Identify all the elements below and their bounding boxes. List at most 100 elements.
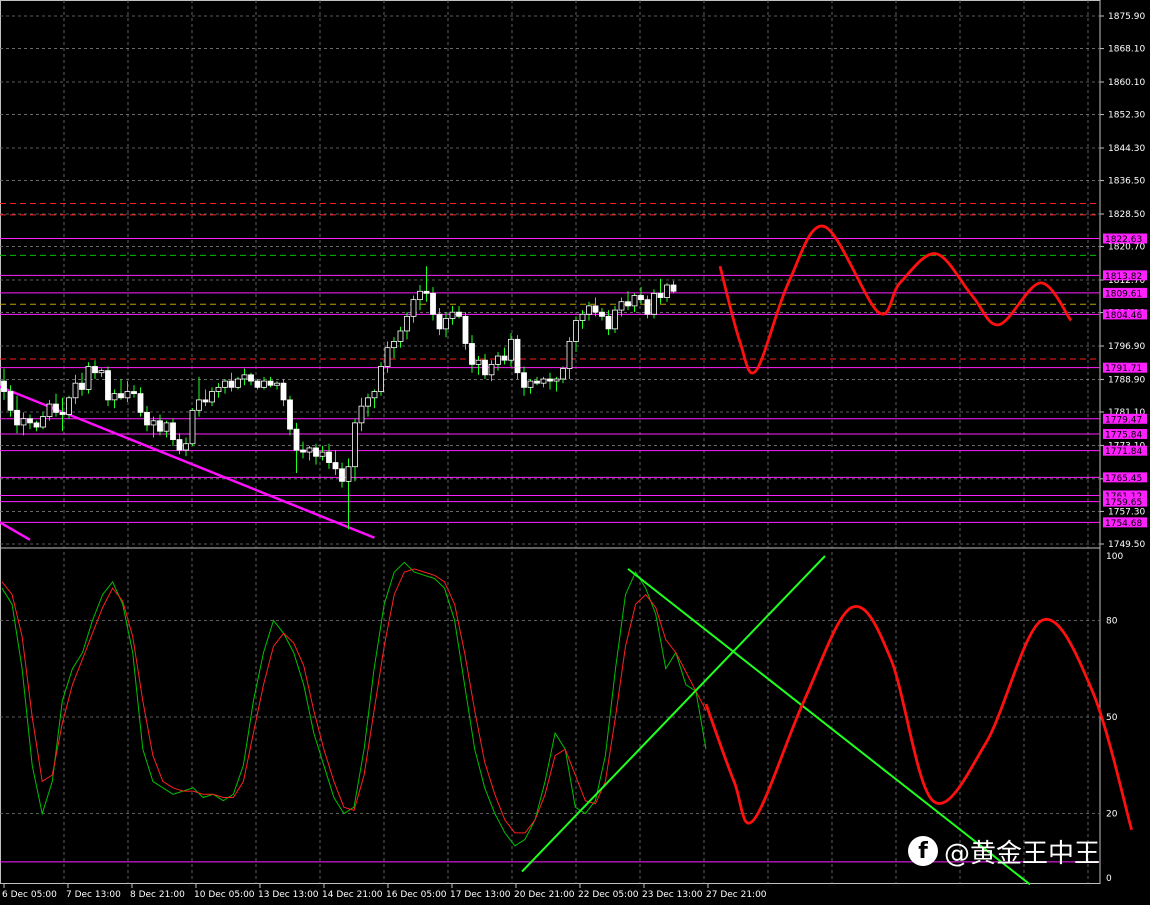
x-tick-label: 14 Dec 21:00 <box>322 890 383 900</box>
watermark: f @黄金王中王 <box>908 834 1100 869</box>
chart: 1875.90 1868.10 1860.10 1852.30 1844.30 1836.… <box>0 0 1147 900</box>
candle-body <box>202 399 209 403</box>
chart-frame <box>0 0 1101 884</box>
candle-body <box>150 420 157 426</box>
candle-body <box>579 313 586 321</box>
candle-body <box>105 370 111 401</box>
candle-body <box>586 305 592 315</box>
candle-body <box>397 330 404 342</box>
candle-body <box>248 374 254 382</box>
trendline <box>0 521 31 541</box>
candle-body <box>137 393 144 413</box>
candle-body <box>547 378 553 382</box>
candle-body <box>430 292 436 315</box>
candle-body <box>287 399 293 430</box>
candle-body <box>293 428 300 451</box>
x-tick-label: 8 Dec 21:00 <box>130 890 185 900</box>
candle-body <box>618 301 625 311</box>
candle-body <box>267 380 274 386</box>
price-tag-label: 1791.71 <box>1105 364 1142 374</box>
price-tag-label: 1813.82 <box>1105 272 1142 282</box>
candle-body <box>378 366 384 392</box>
x-tick-label: 6 Dec 05:00 <box>2 890 57 900</box>
candle-body <box>228 380 235 388</box>
candle-body <box>170 422 176 440</box>
candle-body <box>111 393 118 401</box>
candle-body <box>79 382 85 390</box>
candle-body <box>46 403 53 417</box>
candle-body <box>261 380 267 388</box>
candle-body <box>254 380 261 388</box>
candle-body <box>196 399 202 411</box>
candle-body <box>449 311 456 319</box>
candle-body <box>7 391 14 411</box>
candle-body <box>280 382 287 401</box>
candle-body <box>436 313 443 330</box>
candle-body <box>514 338 521 374</box>
candle-body <box>85 366 92 390</box>
x-tick-label: 22 Dec 05:00 <box>578 890 639 900</box>
candle-body <box>124 391 131 399</box>
candle-body <box>157 420 163 432</box>
candle-body <box>508 338 514 361</box>
candle-body <box>163 422 170 432</box>
price-tag-label: 1754.68 <box>1105 519 1142 529</box>
x-tick-label: 7 Dec 13:00 <box>66 890 121 900</box>
candle-body <box>573 320 579 342</box>
x-tick-label: 17 Dec 13:00 <box>450 890 511 900</box>
candle-body <box>352 422 358 468</box>
candle-body <box>540 378 547 384</box>
y-tick-label: 1868.10 <box>1108 45 1145 55</box>
candle-body <box>488 363 495 376</box>
candle-body <box>72 382 79 399</box>
candle-body <box>59 412 66 415</box>
x-tick-label: 13 Dec 13:00 <box>258 890 319 900</box>
candle-body <box>527 380 534 388</box>
y-tick-label: 1860.10 <box>1108 78 1145 88</box>
candle-body <box>118 393 124 399</box>
candle-body <box>612 309 618 330</box>
price-tag-label: 1775.84 <box>1105 430 1142 440</box>
candle-body <box>332 462 339 470</box>
candle-body <box>495 355 501 365</box>
candle-body <box>14 409 20 426</box>
candle-body <box>371 391 378 399</box>
stoch-tick-label: 50 <box>1106 713 1118 723</box>
candle-body <box>605 315 612 330</box>
y-tick-label: 1852.30 <box>1108 111 1145 121</box>
candle-body <box>176 439 183 451</box>
facebook-icon: f <box>908 836 938 866</box>
candle-body <box>306 447 313 453</box>
candle-body <box>189 409 196 445</box>
candle-body <box>391 341 397 349</box>
stoch-tick-label: 80 <box>1106 616 1118 626</box>
candle-body <box>33 422 40 428</box>
stoch-tick-label: 20 <box>1106 810 1118 820</box>
x-tick-label: 27 Dec 21:00 <box>706 890 767 900</box>
candle-body <box>631 295 638 307</box>
x-tick-label: 20 Dec 21:00 <box>514 890 575 900</box>
y-tick-label: 1788.90 <box>1108 375 1145 385</box>
candle-body <box>638 295 644 301</box>
stoch-tick-label: 0 <box>1106 874 1112 884</box>
candle-body <box>462 315 469 344</box>
candle-body <box>521 372 527 388</box>
price-tag-label: 1809.61 <box>1105 289 1142 299</box>
x-tick-label: 16 Dec 05:00 <box>386 890 447 900</box>
candle-body <box>644 299 651 315</box>
y-tick-label: 1796.90 <box>1108 342 1145 352</box>
candle-body <box>592 305 599 313</box>
candle-body <box>215 386 222 392</box>
candle-body <box>339 468 345 482</box>
stoch-series-line <box>1 561 707 847</box>
y-tick-label: 1844.30 <box>1108 144 1145 154</box>
candle-body <box>313 447 319 457</box>
candle-body <box>443 318 449 330</box>
candle-body <box>40 416 46 428</box>
x-tick-label: 10 Dec 05:00 <box>194 890 255 900</box>
candle-body <box>66 397 72 415</box>
candle-body <box>423 290 430 294</box>
candle-body <box>599 311 605 317</box>
candle-body <box>670 284 677 292</box>
candle-body <box>365 397 371 407</box>
